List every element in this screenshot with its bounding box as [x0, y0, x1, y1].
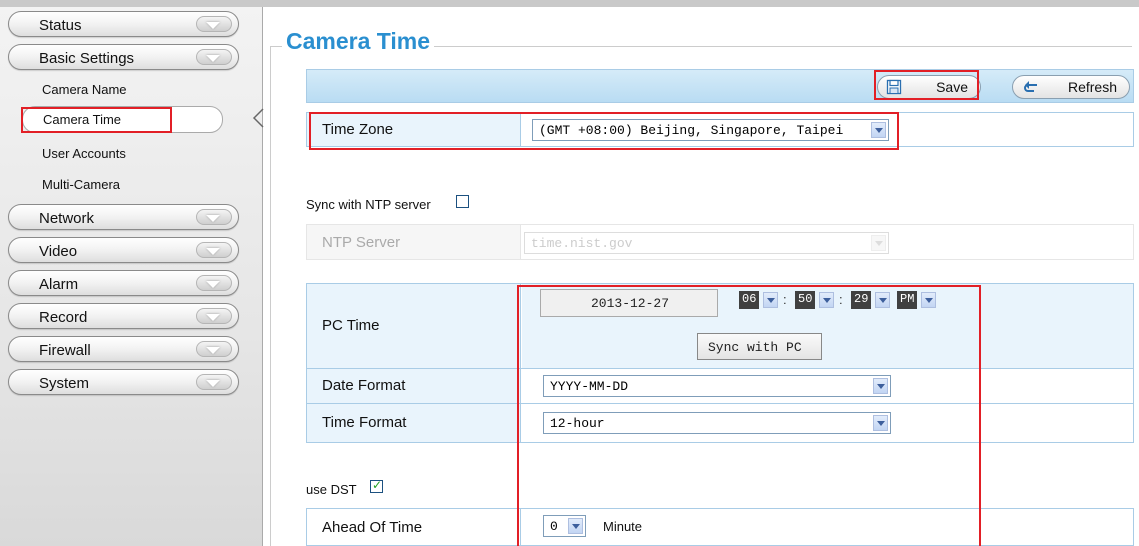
time-zone-label: Time Zone — [322, 121, 394, 138]
ntp-server-row: NTP Server time.nist.gov — [306, 224, 1134, 260]
chevron-down-icon — [206, 347, 220, 354]
second-value: 29 — [851, 291, 872, 309]
ahead-of-time-label: Ahead Of Time — [322, 519, 423, 536]
time-zone-label-cell: Time Zone — [307, 113, 521, 146]
sidebar-item-label: Alarm — [39, 276, 79, 293]
save-icon — [886, 79, 902, 95]
hour-value: 06 — [739, 291, 760, 309]
sidebar-subitem-user-accounts[interactable]: User Accounts — [42, 146, 126, 161]
sidebar-subitem-multi-camera[interactable]: Multi-Camera — [42, 177, 120, 192]
sidebar-subitem-camera-time[interactable]: Camera Time — [22, 106, 223, 133]
date-format-label-cell: Date Format — [307, 369, 521, 403]
sidebar-item-video[interactable]: Video — [8, 237, 239, 263]
sidebar-item-label: Firewall — [39, 342, 91, 359]
save-button-label: Save — [936, 79, 968, 95]
ntp-server-label: NTP Server — [322, 234, 401, 251]
page-title: Camera Time — [282, 28, 435, 55]
ahead-of-time-value: 0 — [550, 519, 558, 534]
sidebar-item-label: Camera Time — [43, 112, 122, 127]
sidebar-item-label: Record — [39, 309, 88, 326]
chevron-down-icon — [873, 378, 888, 394]
sync-ntp-checkbox[interactable] — [456, 195, 469, 208]
chevron-down-icon — [206, 248, 220, 255]
refresh-button[interactable]: Refresh — [1012, 75, 1130, 99]
top-bar — [0, 0, 1139, 7]
date-format-value: YYYY-MM-DD — [550, 379, 629, 394]
time-zone-row: Time Zone (GMT +08:00) Beijing, Singapor… — [306, 112, 1134, 147]
time-zone-value: (GMT +08:00) Beijing, Singapore, Taipei — [539, 123, 844, 138]
pc-time-label: PC Time — [322, 317, 380, 334]
sidebar-item-label: Network — [39, 210, 95, 227]
ahead-of-time-label-cell: Ahead Of Time — [307, 509, 521, 545]
sidebar-item-label: Video — [39, 243, 78, 260]
sync-ntp-label: Sync with NTP server — [306, 197, 431, 212]
chevron-down-icon — [568, 518, 583, 534]
chevron-down-icon — [206, 314, 220, 321]
time-zone-select[interactable]: (GMT +08:00) Beijing, Singapore, Taipei — [532, 119, 889, 141]
chevron-down-icon — [206, 281, 220, 288]
sync-with-pc-button[interactable]: Sync with PC — [697, 333, 822, 360]
chevron-down-icon — [921, 292, 936, 308]
chevron-down-icon — [875, 292, 890, 308]
ahead-of-time-value-cell: 0 Minute — [522, 509, 1133, 545]
time-separator: : — [839, 292, 843, 307]
use-dst-label: use DST — [306, 482, 357, 497]
pc-time-label-cell: PC Time — [307, 284, 521, 368]
date-format-row: Date Format YYYY-MM-DD — [306, 369, 1134, 404]
pc-date-field: 2013-12-27 — [540, 289, 718, 317]
sidebar-item-alarm[interactable]: Alarm — [8, 270, 239, 296]
chevron-down-icon — [206, 55, 220, 62]
date-format-value-cell: YYYY-MM-DD — [522, 369, 1133, 403]
time-format-value: 12-hour — [550, 416, 605, 431]
time-zone-value-cell: (GMT +08:00) Beijing, Singapore, Taipei — [522, 113, 1133, 146]
minute-unit-label: Minute — [603, 519, 643, 534]
refresh-button-label: Refresh — [1067, 79, 1117, 95]
time-format-select[interactable]: 12-hour — [543, 412, 891, 434]
sidebar-item-basic-settings[interactable]: Basic Settings — [8, 44, 239, 70]
time-format-label: Time Format — [322, 414, 407, 431]
sync-with-pc-label: Sync with PC — [708, 340, 802, 355]
time-format-value-cell: 12-hour — [522, 404, 1133, 442]
ntp-server-select: time.nist.gov — [524, 232, 889, 254]
time-format-label-cell: Time Format — [307, 404, 521, 442]
toolbar: Save Refresh — [306, 69, 1134, 103]
sidebar-item-system[interactable]: System — [8, 369, 239, 395]
chevron-down-icon — [206, 380, 220, 387]
sidebar-subitem-camera-name[interactable]: Camera Name — [42, 82, 127, 97]
chevron-down-icon — [763, 292, 778, 308]
date-format-label: Date Format — [322, 377, 406, 394]
active-pointer-icon — [252, 108, 264, 128]
use-dst-checkbox[interactable] — [370, 478, 383, 493]
sidebar-item-status[interactable]: Status — [8, 11, 239, 37]
ntp-server-value-cell: time.nist.gov — [522, 225, 1133, 259]
fieldset-border-left — [270, 46, 271, 546]
sidebar-item-firewall[interactable]: Firewall — [8, 336, 239, 362]
ahead-of-time-row: Ahead Of Time 0 Minute — [306, 508, 1134, 546]
pc-date-value: 2013-12-27 — [591, 296, 670, 311]
sidebar-item-label: Status — [39, 17, 82, 34]
chevron-down-icon — [873, 415, 888, 431]
ntp-server-label-cell: NTP Server — [307, 225, 521, 259]
time-separator: : — [783, 292, 787, 307]
sidebar-divider — [262, 7, 263, 546]
refresh-icon — [1024, 81, 1037, 92]
save-button[interactable]: Save — [877, 75, 981, 99]
ntp-server-value: time.nist.gov — [531, 236, 633, 251]
sidebar-item-label: Basic Settings — [39, 50, 135, 67]
sidebar-item-record[interactable]: Record — [8, 303, 239, 329]
chevron-down-icon — [206, 215, 220, 222]
chevron-down-icon — [871, 235, 886, 251]
chevron-down-icon — [819, 292, 834, 308]
minute-value: 50 — [795, 291, 816, 309]
ampm-value: PM — [897, 291, 918, 309]
time-format-row: Time Format 12-hour — [306, 404, 1134, 443]
ahead-of-time-select[interactable]: 0 — [543, 515, 586, 537]
sidebar-item-label: System — [39, 375, 90, 392]
date-format-select[interactable]: YYYY-MM-DD — [543, 375, 891, 397]
sidebar-item-network[interactable]: Network — [8, 204, 239, 230]
chevron-down-icon — [871, 122, 886, 138]
chevron-down-icon — [206, 22, 220, 29]
